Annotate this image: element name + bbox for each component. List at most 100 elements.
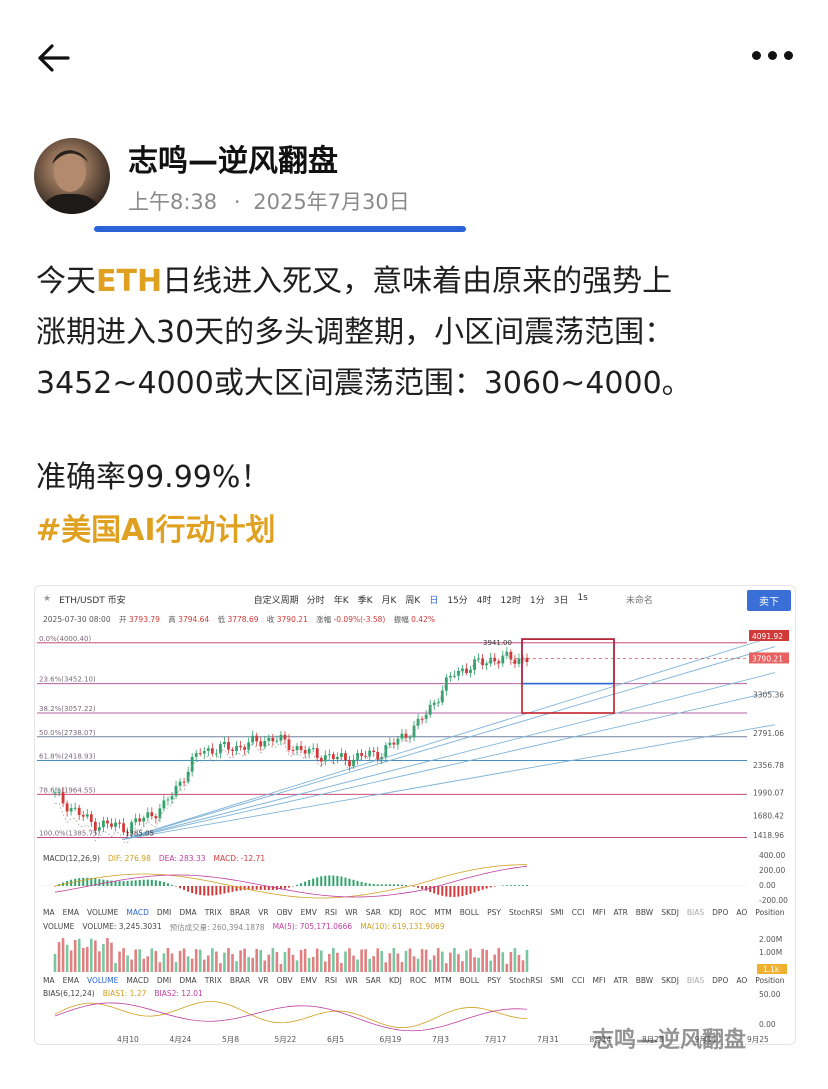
candle-body: [493, 657, 497, 662]
macd-bar: [396, 884, 399, 886]
indicator-tab-trix[interactable]: TRIX: [205, 908, 222, 917]
candle-body: [206, 748, 210, 751]
indicator-tab-position[interactable]: Position: [755, 908, 784, 917]
indicator-tab-stochrsi[interactable]: StochRSI: [509, 976, 542, 985]
indicator-tab-psy[interactable]: PSY: [487, 976, 501, 985]
post-date: 2025年7月30日: [253, 190, 410, 214]
indicator-tab-emv[interactable]: EMV: [301, 908, 317, 917]
indicator-tab-sar[interactable]: SAR: [366, 976, 381, 985]
volume-bar: [432, 955, 436, 972]
indicator-tab-obv[interactable]: OBV: [277, 976, 293, 985]
indicator-tab-dmi[interactable]: DMI: [157, 908, 171, 917]
indicator-tab-dma[interactable]: DMA: [179, 908, 196, 917]
indicator-tab-wr[interactable]: WR: [345, 976, 358, 985]
indicator-tab-rsi[interactable]: RSI: [325, 908, 337, 917]
macd-bar: [316, 877, 319, 886]
fib-label-6: 100.0%(1385.75): [39, 829, 100, 837]
author-name[interactable]: 志鸣—逆风翻盘: [128, 136, 338, 180]
volume-est: 预估成交量: 260,394.1878: [169, 923, 265, 932]
candle-body: [315, 748, 319, 758]
indicator-tab-skdj[interactable]: SKDJ: [661, 908, 679, 917]
indicator-tab-position[interactable]: Position: [755, 976, 784, 985]
volume-label[interactable]: VOLUME: [43, 922, 74, 933]
indicator-tab-ao[interactable]: AO: [736, 976, 747, 985]
chart-image[interactable]: ★ ETH/USDT 币安 自定义周期 分时 年K 季K 月K 周K 日 15分 4时 12时 1…: [34, 585, 796, 1045]
indicator-tab-smi[interactable]: SMI: [550, 976, 563, 985]
indicator-tab-volume[interactable]: VOLUME: [87, 908, 118, 917]
indicator-tab-dpo[interactable]: DPO: [712, 976, 728, 985]
indicator-tab-psy[interactable]: PSY: [487, 908, 501, 917]
candle-body: [448, 675, 452, 678]
indicator-tab-cci[interactable]: CCI: [572, 908, 585, 917]
indicator-tab-obv[interactable]: OBV: [277, 908, 293, 917]
indicator-tab-mtm[interactable]: MTM: [434, 976, 452, 985]
indicator-tab-boll[interactable]: BOLL: [460, 908, 479, 917]
fib-label-5: 78.6%(1964.55): [39, 786, 96, 794]
indicator-tab-cci[interactable]: CCI: [572, 976, 585, 985]
indicator-tab-kdj[interactable]: KDJ: [389, 976, 402, 985]
volume-bar: [90, 938, 93, 972]
indicator-tab-emv[interactable]: EMV: [301, 976, 317, 985]
bias-label[interactable]: BIAS(6,12,24): [43, 989, 95, 998]
indicator-tab-mfi[interactable]: MFI: [592, 908, 605, 917]
macd-bar: [517, 885, 520, 886]
macd-label[interactable]: MACD(12,26,9): [43, 854, 100, 863]
indicator-tab-bbw[interactable]: BBW: [636, 976, 653, 985]
indicator-tab-brar[interactable]: BRAR: [230, 908, 250, 917]
candle-body: [243, 747, 247, 750]
macd-bar: [207, 886, 210, 896]
indicator-tab-bias[interactable]: BIAS: [687, 976, 704, 985]
macd-bar: [74, 878, 77, 886]
indicator-tab-mfi[interactable]: MFI: [592, 976, 605, 985]
indicator-tab-kdj[interactable]: KDJ: [389, 908, 402, 917]
volume-bar: [106, 938, 109, 972]
candle-body: [452, 675, 456, 677]
eth-link[interactable]: ETH: [96, 264, 162, 299]
indicator-tab-brar[interactable]: BRAR: [230, 976, 250, 985]
indicator-tab-roc[interactable]: ROC: [410, 976, 426, 985]
macd-bar: [231, 886, 234, 892]
indicator-tab-mtm[interactable]: MTM: [434, 908, 452, 917]
hashtag-link[interactable]: #美国AI行动计划: [36, 505, 276, 549]
indicator-tab-atr[interactable]: ATR: [613, 908, 627, 917]
candle-body: [138, 818, 142, 822]
avatar[interactable]: [34, 138, 110, 214]
indicator-tab-atr[interactable]: ATR: [613, 976, 627, 985]
indicator-tab-volume[interactable]: VOLUME: [87, 976, 118, 985]
indicator-tab-ema[interactable]: EMA: [63, 976, 79, 985]
candle-body: [134, 818, 138, 823]
indicator-tab-ma[interactable]: MA: [43, 908, 55, 917]
high-annotation: 3941.00: [483, 639, 512, 647]
volume-bar: [85, 947, 89, 972]
indicator-tab-rsi[interactable]: RSI: [325, 976, 337, 985]
volume-bar: [521, 960, 525, 972]
volume-bar: [469, 948, 472, 972]
indicator-tab-dmi[interactable]: DMI: [157, 976, 171, 985]
indicator-tab-stochrsi[interactable]: StochRSI: [509, 908, 542, 917]
indicator-tab-dma[interactable]: DMA: [179, 976, 196, 985]
indicator-tab-sar[interactable]: SAR: [366, 908, 381, 917]
indicator-tab-vr[interactable]: VR: [258, 908, 268, 917]
back-arrow-icon[interactable]: [34, 38, 74, 78]
volume-bar: [449, 952, 452, 972]
indicator-tab-macd[interactable]: MACD: [126, 976, 148, 985]
volume-bar: [489, 960, 492, 972]
indicator-tab-boll[interactable]: BOLL: [460, 976, 479, 985]
indicator-tab-ma[interactable]: MA: [43, 976, 55, 985]
red-range-box: [521, 638, 615, 714]
indicator-tab-ema[interactable]: EMA: [63, 908, 79, 917]
indicator-tab-skdj[interactable]: SKDJ: [661, 976, 679, 985]
indicator-tab-ao[interactable]: AO: [736, 908, 747, 917]
volume-bar: [267, 954, 271, 972]
indicator-tab-roc[interactable]: ROC: [410, 908, 426, 917]
indicator-tab-wr[interactable]: WR: [345, 908, 358, 917]
indicator-tab-bias[interactable]: BIAS: [687, 908, 704, 917]
indicator-tab-trix[interactable]: TRIX: [205, 976, 222, 985]
more-dots-icon[interactable]: [752, 40, 800, 70]
indicator-tab-vr[interactable]: VR: [258, 976, 268, 985]
indicator-tab-bbw[interactable]: BBW: [636, 908, 653, 917]
price-tag-0: 4091.92: [752, 632, 783, 641]
indicator-tab-dpo[interactable]: DPO: [712, 908, 728, 917]
indicator-tab-smi[interactable]: SMI: [550, 908, 563, 917]
indicator-tab-macd[interactable]: MACD: [126, 908, 148, 917]
